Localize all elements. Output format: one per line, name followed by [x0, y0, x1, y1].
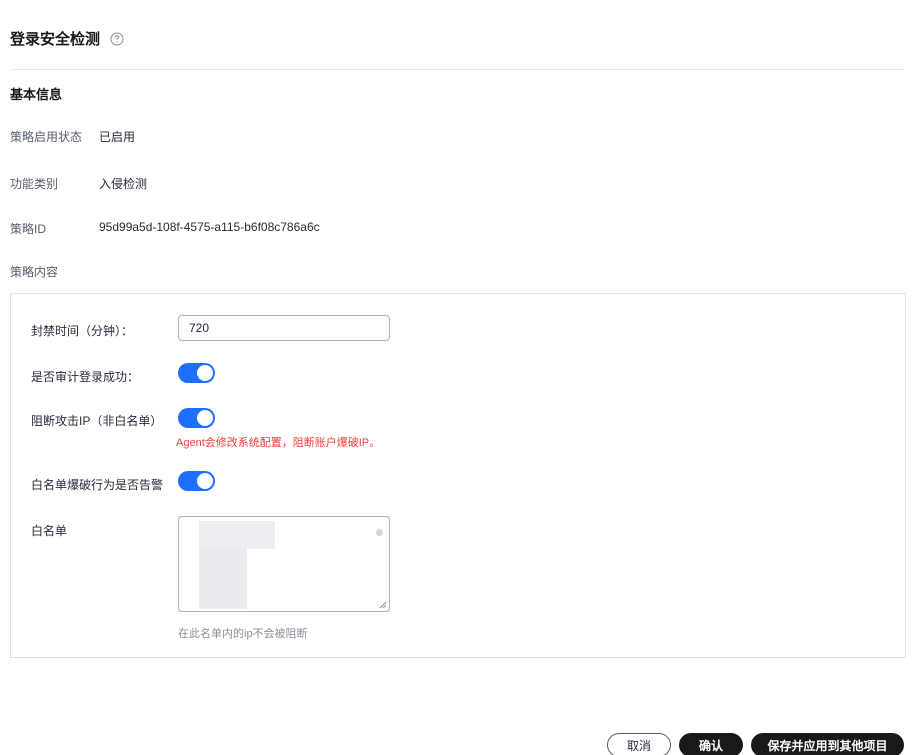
- policy-id-value: 95d99a5d-108f-4575-a115-b6f08c786a6c: [99, 220, 320, 234]
- ban-time-label: 封禁时间（分钟）：: [31, 324, 134, 338]
- block-ip-label: 阻断攻击IP（非白名单）: [31, 414, 163, 428]
- whitelist-alert-toggle[interactable]: [178, 471, 215, 491]
- whitelist-textarea[interactable]: [178, 516, 390, 612]
- whitelist-label: 白名单: [31, 524, 68, 538]
- audit-login-toggle[interactable]: [178, 363, 215, 383]
- toggle-knob: [197, 365, 213, 381]
- category-value: 入侵检测: [99, 177, 148, 191]
- page-title: 登录安全检测: [10, 31, 101, 48]
- policy-id-label: 策略ID: [10, 222, 47, 236]
- whitelist-hint: 在此名单内的ip不会被阻断: [178, 628, 308, 640]
- cancel-button[interactable]: 取消: [607, 733, 671, 755]
- category-label: 功能类别: [10, 177, 59, 191]
- scrollbar-thumb[interactable]: [376, 529, 383, 536]
- block-ip-warning: Agent会修改系统配置，阻断账户爆破IP。: [176, 437, 381, 449]
- toggle-knob: [197, 473, 213, 489]
- page-header: 登录安全检测: [10, 28, 124, 49]
- policy-content-label: 策略内容: [10, 265, 59, 279]
- redacted-content: [199, 549, 247, 609]
- ban-time-input[interactable]: [178, 315, 390, 341]
- status-label: 策略启用状态: [10, 130, 83, 144]
- whitelist-alert-label: 白名单爆破行为是否告警: [31, 478, 164, 492]
- header-divider: [10, 69, 905, 70]
- block-ip-toggle[interactable]: [178, 408, 215, 428]
- confirm-button[interactable]: 确认: [679, 733, 743, 755]
- redacted-content: [199, 521, 275, 549]
- audit-login-label: 是否审计登录成功：: [31, 370, 140, 384]
- question-circle-icon[interactable]: [110, 32, 124, 46]
- toggle-knob: [197, 410, 213, 426]
- status-value: 已启用: [99, 130, 136, 144]
- resize-handle-icon[interactable]: [379, 601, 387, 609]
- policy-content-panel: 封禁时间（分钟）： 是否审计登录成功： 阻断攻击IP（非白名单） Agent会修…: [10, 293, 906, 658]
- save-and-apply-button[interactable]: 保存并应用到其他项目: [751, 733, 904, 755]
- section-title-basic-info: 基本信息: [10, 87, 63, 102]
